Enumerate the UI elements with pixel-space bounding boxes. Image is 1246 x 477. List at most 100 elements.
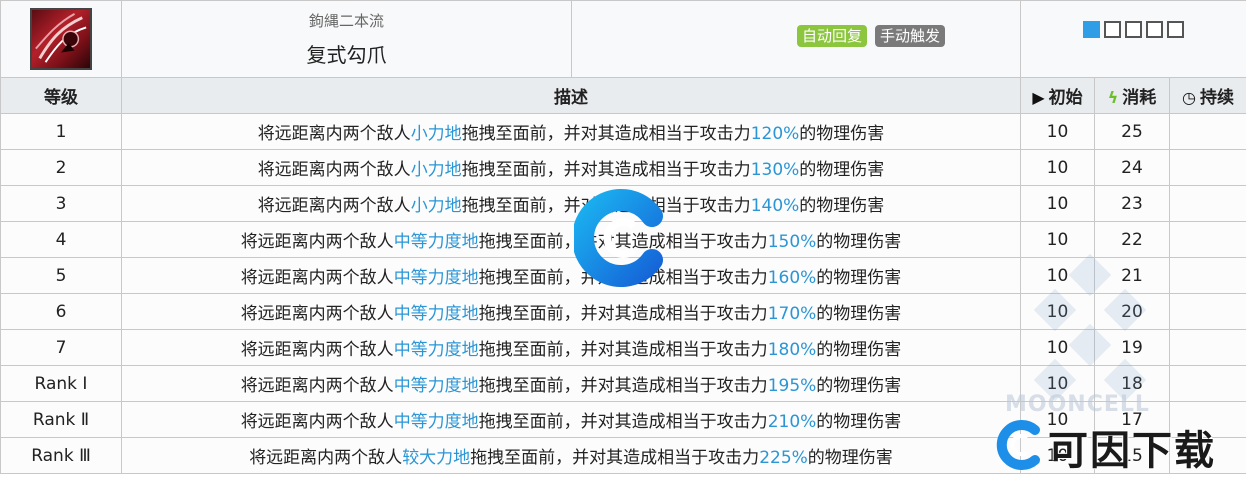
claw-icon xyxy=(35,13,87,63)
desc-mid: 拖拽至面前，并对其造成相当于攻击力 xyxy=(478,376,768,396)
tag-auto-recovery: 自动回复 xyxy=(796,25,867,47)
row-cost: 25 xyxy=(1094,113,1170,150)
desc-force: 中等力度地 xyxy=(393,412,479,432)
header-initial-label: 初始 xyxy=(1048,88,1083,108)
desc-post: 的物理伤害 xyxy=(799,160,885,180)
row-cost: 19 xyxy=(1094,329,1170,366)
desc-force: 中等力度地 xyxy=(393,304,479,324)
desc-pre: 将远距离内两个敌人 xyxy=(240,376,394,396)
row-duration xyxy=(1169,293,1246,330)
column-header-row: 等级 描述 ▶ 初始 ϟ 消耗 ◷ 持续 xyxy=(0,77,1246,114)
row-level: 6 xyxy=(0,293,122,330)
desc-pre: 将远距离内两个敌人 xyxy=(240,268,394,288)
desc-post: 的物理伤害 xyxy=(807,448,893,468)
row-level: 7 xyxy=(0,329,122,366)
tag-manual-trigger: 手动触发 xyxy=(875,25,946,47)
row-desc: 将远距离内两个敌人中等力度地拖拽至面前，并对其造成相当于攻击力195%的物理伤害 xyxy=(121,365,1021,402)
row-level: 4 xyxy=(0,221,122,258)
row-desc: 将远距离内两个敌人中等力度地拖拽至面前，并对其造成相当于攻击力170%的物理伤害 xyxy=(121,293,1021,330)
row-duration xyxy=(1169,185,1246,222)
desc-mid: 拖拽至面前，并对其造成相当于攻击力 xyxy=(470,448,760,468)
desc-post: 的物理伤害 xyxy=(816,376,902,396)
header-desc: 描述 xyxy=(121,77,1021,114)
desc-pre: 将远距离内两个敌人 xyxy=(249,448,403,468)
desc-post: 的物理伤害 xyxy=(816,340,902,360)
desc-force: 中等力度地 xyxy=(393,376,479,396)
header-cost: ϟ 消耗 xyxy=(1094,77,1170,114)
desc-post: 的物理伤害 xyxy=(799,124,885,144)
desc-post: 的物理伤害 xyxy=(816,232,902,252)
claw-skill-icon xyxy=(30,8,92,70)
header-cost-label: 消耗 xyxy=(1122,88,1157,108)
desc-mid: 拖拽至面前，并对其造成相当于攻击力 xyxy=(461,196,751,216)
desc-force: 小力地 xyxy=(410,160,462,180)
desc-mid: 拖拽至面前，并对其造成相当于攻击力 xyxy=(461,160,751,180)
row-initial: 10 xyxy=(1020,257,1095,294)
level-selector-cell xyxy=(1020,0,1246,78)
desc-post: 的物理伤害 xyxy=(816,412,902,432)
table-row: 4 将远距离内两个敌人中等力度地拖拽至面前，并对其造成相当于攻击力150%的物理伤… xyxy=(0,221,1246,258)
row-cost: 22 xyxy=(1094,221,1170,258)
table-row: 6 将远距离内两个敌人中等力度地拖拽至面前，并对其造成相当于攻击力170%的物理伤… xyxy=(0,293,1246,330)
skill-name: 复式勾爪 xyxy=(306,43,387,67)
mooncell-watermark-text: MOONCELL xyxy=(1005,392,1150,417)
table-row: 5 将远距离内两个敌人中等力度地拖拽至面前，并对其造成相当于攻击力160%的物理伤… xyxy=(0,257,1246,294)
clock-icon: ◷ xyxy=(1182,88,1196,107)
row-initial: 10 xyxy=(1020,329,1095,366)
desc-pre: 将远距离内两个敌人 xyxy=(240,412,394,432)
desc-force: 中等力度地 xyxy=(393,232,479,252)
skill-tags: 自动回复 手动触发 xyxy=(722,25,1020,47)
row-level: 5 xyxy=(0,257,122,294)
desc-pre: 将远距离内两个敌人 xyxy=(240,340,394,360)
play-icon: ▶ xyxy=(1032,88,1045,107)
level-box-5[interactable] xyxy=(1167,21,1184,38)
level-box-3[interactable] xyxy=(1125,21,1142,38)
row-cost: 21 xyxy=(1094,257,1170,294)
row-level: 2 xyxy=(0,149,122,186)
desc-force: 小力地 xyxy=(410,124,462,144)
row-desc: 将远距离内两个敌人中等力度地拖拽至面前，并对其造成相当于攻击力150%的物理伤害 xyxy=(121,221,1021,258)
table-row: 2 将远距离内两个敌人小力地拖拽至面前，并对其造成相当于攻击力130%的物理伤害 1… xyxy=(0,149,1246,186)
row-duration xyxy=(1169,149,1246,186)
table-row: 3 将远距离内两个敌人小力地拖拽至面前，并对其造成相当于攻击力140%的物理伤害 1… xyxy=(0,185,1246,222)
desc-pct: 195% xyxy=(767,376,817,396)
desc-force: 中等力度地 xyxy=(393,340,479,360)
desc-mid: 拖拽至面前，并对其造成相当于攻击力 xyxy=(478,232,768,252)
row-level: Rank Ⅲ xyxy=(0,437,122,474)
level-box-4[interactable] xyxy=(1146,21,1163,38)
row-initial: 10 xyxy=(1020,221,1095,258)
desc-pct: 130% xyxy=(750,160,800,180)
desc-pct: 150% xyxy=(767,232,817,252)
desc-pct: 140% xyxy=(750,196,800,216)
skill-subname: 鉤縄二本流 xyxy=(308,12,384,30)
desc-post: 的物理伤害 xyxy=(799,196,885,216)
row-duration xyxy=(1169,257,1246,294)
header-duration-label: 持续 xyxy=(1199,88,1234,108)
desc-force: 较大力地 xyxy=(402,448,471,468)
desc-pre: 将远距离内两个敌人 xyxy=(240,304,394,324)
row-cost: 20 xyxy=(1094,293,1170,330)
desc-post: 的物理伤害 xyxy=(816,304,902,324)
level-box-1[interactable] xyxy=(1083,21,1100,38)
desc-mid: 拖拽至面前，并对其造成相当于攻击力 xyxy=(478,304,768,324)
row-level: 1 xyxy=(0,113,122,150)
desc-mid: 拖拽至面前，并对其造成相当于攻击力 xyxy=(461,124,751,144)
row-desc: 将远距离内两个敌人中等力度地拖拽至面前，并对其造成相当于攻击力160%的物理伤害 xyxy=(121,257,1021,294)
desc-post: 的物理伤害 xyxy=(816,268,902,288)
row-level: Rank Ⅱ xyxy=(0,401,122,438)
desc-pre: 将远距离内两个敌人 xyxy=(257,196,411,216)
desc-pct: 225% xyxy=(759,448,808,468)
row-level: 3 xyxy=(0,185,122,222)
skill-name-cell: 鉤縄二本流 复式勾爪 xyxy=(121,0,572,78)
header-duration: ◷ 持续 xyxy=(1169,77,1246,114)
row-duration xyxy=(1169,329,1246,366)
row-initial: 10 xyxy=(1020,113,1095,150)
level-box-2[interactable] xyxy=(1104,21,1121,38)
skill-header-row: 鉤縄二本流 复式勾爪 自动回复 手动触发 xyxy=(0,0,1246,78)
desc-mid: 拖拽至面前，并对其造成相当于攻击力 xyxy=(478,412,768,432)
row-desc: 将远距离内两个敌人中等力度地拖拽至面前，并对其造成相当于攻击力180%的物理伤害 xyxy=(121,329,1021,366)
desc-mid: 拖拽至面前，并对其造成相当于攻击力 xyxy=(478,268,768,288)
row-initial: 10 xyxy=(1020,149,1095,186)
desc-force: 中等力度地 xyxy=(393,268,479,288)
desc-pct: 160% xyxy=(767,268,817,288)
